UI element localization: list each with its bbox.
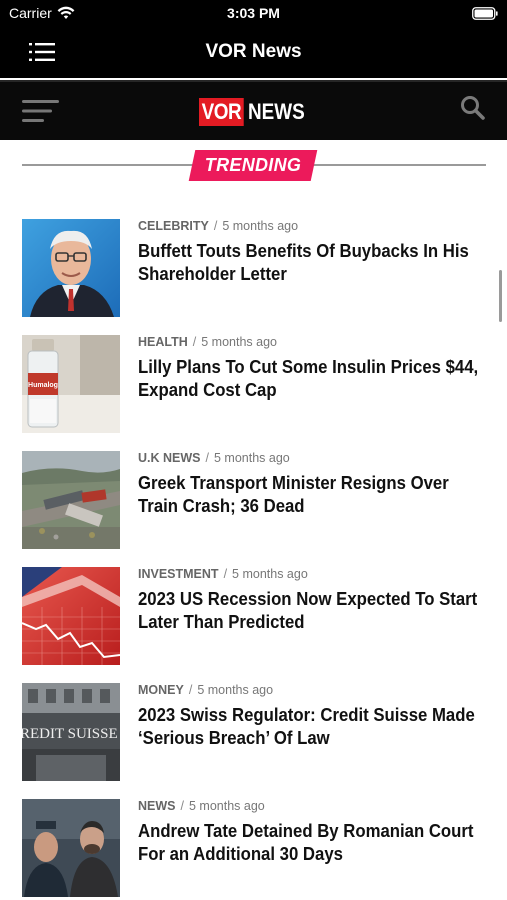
- article-thumbnail[interactable]: [22, 567, 120, 665]
- article-category[interactable]: HEALTH: [138, 335, 188, 349]
- insulin-label-text: Humalog: [28, 382, 58, 389]
- article-item[interactable]: REDIT SUISSE MONEY/5 months ago 2023 Swi…: [22, 683, 486, 781]
- article-item[interactable]: U.K NEWS/5 months ago Greek Transport Mi…: [22, 451, 486, 549]
- article-meta: INVESTMENT/5 months ago: [138, 567, 308, 581]
- article-time: 5 months ago: [222, 219, 299, 233]
- logo-news: NEWS: [248, 99, 305, 124]
- article-thumbnail[interactable]: [22, 451, 120, 549]
- trending-section-header: TRENDING: [22, 150, 486, 182]
- article-category[interactable]: INVESTMENT: [138, 567, 219, 581]
- site-header: VOR NEWS: [0, 80, 507, 140]
- article-title[interactable]: Lilly Plans To Cut Some Insulin Prices $…: [138, 356, 488, 402]
- article-title[interactable]: Andrew Tate Detained By Romanian Court F…: [138, 820, 488, 866]
- article-item[interactable]: CELEBRITY/5 months ago Buffett Touts Ben…: [22, 219, 486, 317]
- article-category[interactable]: CELEBRITY: [138, 219, 209, 233]
- search-icon[interactable]: [460, 95, 486, 121]
- status-bar: Carrier 3:03 PM: [0, 0, 507, 28]
- article-category[interactable]: MONEY: [138, 683, 184, 697]
- site-logo[interactable]: VOR NEWS: [199, 98, 314, 126]
- article-meta: NEWS/5 months ago: [138, 799, 265, 813]
- bank-sign-text: REDIT SUISSE: [22, 726, 118, 742]
- app-nav-bar: VOR News: [0, 28, 507, 78]
- article-time: 5 months ago: [188, 799, 265, 813]
- battery-icon: [472, 7, 498, 20]
- article-item[interactable]: NEWS/5 months ago Andrew Tate Detained B…: [22, 799, 486, 897]
- article-title[interactable]: 2023 Swiss Regulator: Credit Suisse Made…: [138, 704, 488, 750]
- article-time: 5 months ago: [201, 335, 277, 349]
- article-meta: CELEBRITY/5 months ago: [138, 219, 299, 233]
- article-thumbnail[interactable]: REDIT SUISSE: [22, 683, 120, 781]
- article-title[interactable]: 2023 US Recession Now Expected To Start …: [138, 588, 488, 634]
- article-thumbnail[interactable]: [22, 799, 120, 897]
- article-meta: U.K NEWS/5 months ago: [138, 451, 290, 465]
- article-title[interactable]: Greek Transport Minister Resigns Over Tr…: [138, 472, 488, 518]
- article-thumbnail[interactable]: [22, 219, 120, 317]
- article-title[interactable]: Buffett Touts Benefits Of Buybacks In Hi…: [138, 240, 488, 286]
- article-meta: HEALTH/5 months ago: [138, 335, 277, 349]
- app-title: VOR News: [205, 41, 302, 62]
- clock: 3:03 PM: [227, 5, 280, 21]
- article-time: 5 months ago: [213, 451, 290, 465]
- scroll-indicator[interactable]: [499, 270, 502, 322]
- hamburger-menu-icon[interactable]: [22, 99, 60, 123]
- article-thumbnail[interactable]: Humalog: [22, 335, 120, 433]
- logo-vor: VOR: [199, 98, 244, 126]
- article-category[interactable]: U.K NEWS: [138, 451, 201, 465]
- trending-label: TRENDING: [204, 155, 302, 175]
- article-time: 5 months ago: [197, 683, 274, 697]
- article-meta: MONEY/5 months ago: [138, 683, 274, 697]
- article-time: 5 months ago: [232, 567, 308, 581]
- article-category[interactable]: NEWS: [138, 799, 176, 813]
- article-item[interactable]: Humalog HEALTH/5 months ago Lilly Plans …: [22, 335, 486, 433]
- article-item[interactable]: INVESTMENT/5 months ago 2023 US Recessio…: [22, 567, 486, 665]
- trending-badge: TRENDING: [188, 150, 318, 181]
